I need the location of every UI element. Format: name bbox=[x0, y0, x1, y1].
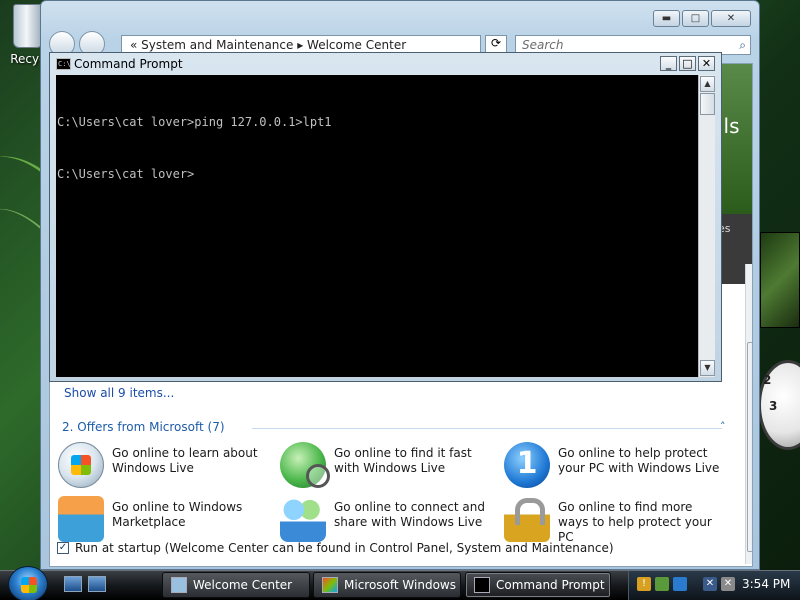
offer-item[interactable]: Go online to find it fast with Windows L… bbox=[280, 442, 500, 488]
offer-item[interactable]: Go online to Windows Marketplace bbox=[58, 496, 278, 542]
clock-time[interactable]: 3:54 PM bbox=[742, 577, 790, 591]
console-scrollbar[interactable]: ▲ ▼ bbox=[698, 75, 715, 377]
scroll-down-arrow-icon[interactable]: ▼ bbox=[700, 360, 715, 376]
featured-banner[interactable]: ils bbox=[718, 64, 752, 214]
taskbar-button-command-prompt[interactable]: Command Prompt bbox=[465, 572, 611, 598]
clock-gadget[interactable]: 3 2 bbox=[758, 360, 800, 450]
security-shield-icon[interactable]: ! bbox=[637, 577, 651, 591]
console-line: C:\Users\cat lover> bbox=[57, 167, 195, 181]
offer-text: Go online to connect and share with Wind… bbox=[334, 500, 485, 529]
search-icon[interactable]: ⌕ bbox=[739, 38, 746, 53]
offer-text: Go online to find more ways to help prot… bbox=[558, 500, 712, 544]
offer-item[interactable]: Go online to connect and share with Wind… bbox=[280, 496, 500, 542]
clock-number-two: 2 bbox=[763, 373, 772, 387]
minimize-button[interactable]: _ bbox=[660, 56, 677, 71]
console-line: C:\Users\cat lover>ping 127.0.0.1>lpt1 bbox=[57, 115, 332, 129]
close-button[interactable]: ✕ bbox=[711, 10, 751, 27]
command-prompt-window[interactable]: C:\ Command Prompt _ □ ✕ C:\Users\cat lo… bbox=[49, 52, 722, 382]
taskbar-button-microsoft-windows[interactable]: Microsoft Windows bbox=[313, 572, 461, 598]
taskbar-button-welcome-center[interactable]: Welcome Center bbox=[162, 572, 310, 598]
window-title: Command Prompt bbox=[74, 57, 183, 71]
globe-search-icon bbox=[280, 442, 330, 488]
volume-muted-icon[interactable]: ✕ bbox=[721, 577, 735, 591]
network-icon[interactable] bbox=[673, 577, 687, 591]
windows-icon bbox=[322, 577, 338, 593]
window-controls: _ □ ✕ bbox=[660, 56, 715, 71]
panel-text: es bbox=[718, 222, 731, 235]
window-controls: ▬ □ ✕ bbox=[653, 10, 751, 27]
maximize-button[interactable]: □ bbox=[682, 10, 709, 27]
show-all-items-link[interactable]: Show all 9 items... bbox=[64, 386, 174, 400]
windows-live-icon bbox=[58, 442, 104, 488]
scrollbar-thumb[interactable] bbox=[700, 93, 715, 115]
close-button[interactable]: ✕ bbox=[698, 56, 715, 71]
search-placeholder: Search bbox=[522, 38, 564, 52]
scroll-up-arrow-icon[interactable]: ▲ bbox=[700, 76, 715, 92]
offer-text: Go online to learn about Windows Live bbox=[112, 446, 258, 475]
run-at-startup-option[interactable]: ✓ Run at startup (Welcome Center can be … bbox=[57, 541, 614, 555]
offer-item[interactable]: 1 Go online to help protect your PC with… bbox=[504, 442, 724, 488]
show-desktop-icon[interactable] bbox=[64, 576, 82, 592]
clock-number-three: 3 bbox=[769, 399, 778, 413]
command-prompt-icon: C:\ bbox=[56, 58, 71, 70]
content-scrollbar[interactable] bbox=[745, 264, 752, 564]
recycle-bin-icon bbox=[13, 4, 43, 48]
minimize-button[interactable]: ▬ bbox=[653, 10, 680, 27]
offer-item[interactable]: Go online to find more ways to help prot… bbox=[504, 496, 724, 545]
offer-item[interactable]: Go online to learn about Windows Live bbox=[58, 442, 278, 488]
start-button[interactable] bbox=[8, 566, 48, 600]
taskbar-button-label: Welcome Center bbox=[193, 578, 293, 592]
scrollbar-thumb[interactable] bbox=[747, 342, 752, 552]
padlock-icon bbox=[504, 496, 550, 542]
offer-text: Go online to Windows Marketplace bbox=[112, 500, 243, 529]
collapse-chevron-icon[interactable]: ˄ bbox=[720, 420, 726, 433]
welcome-center-icon bbox=[171, 577, 187, 593]
marketplace-basket-icon bbox=[58, 496, 104, 542]
address-path: « System and Maintenance ▸ Welcome Cente… bbox=[130, 38, 407, 52]
onecare-icon: 1 bbox=[504, 442, 550, 488]
messenger-people-icon bbox=[280, 496, 326, 542]
offer-text: Go online to find it fast with Windows L… bbox=[334, 446, 472, 475]
console-output[interactable]: C:\Users\cat lover>ping 127.0.0.1>lpt1 C… bbox=[56, 75, 698, 377]
taskbar-button-label: Command Prompt bbox=[496, 578, 605, 592]
maximize-button[interactable]: □ bbox=[679, 56, 696, 71]
startup-checkbox[interactable]: ✓ bbox=[57, 542, 69, 554]
switch-windows-icon[interactable] bbox=[88, 576, 106, 592]
offer-text: Go online to help protect your PC with W… bbox=[558, 446, 720, 475]
startup-label: Run at startup (Welcome Center can be fo… bbox=[75, 541, 614, 555]
section-divider bbox=[252, 428, 722, 429]
network-disconnected-icon[interactable]: ✕ bbox=[703, 577, 717, 591]
slideshow-gadget[interactable] bbox=[760, 232, 800, 328]
taskbar-button-label: Microsoft Windows bbox=[344, 578, 456, 592]
command-prompt-icon bbox=[474, 577, 490, 593]
windows-defender-icon[interactable] bbox=[655, 577, 669, 591]
offers-section-title[interactable]: 2. Offers from Microsoft (7) bbox=[62, 420, 225, 434]
